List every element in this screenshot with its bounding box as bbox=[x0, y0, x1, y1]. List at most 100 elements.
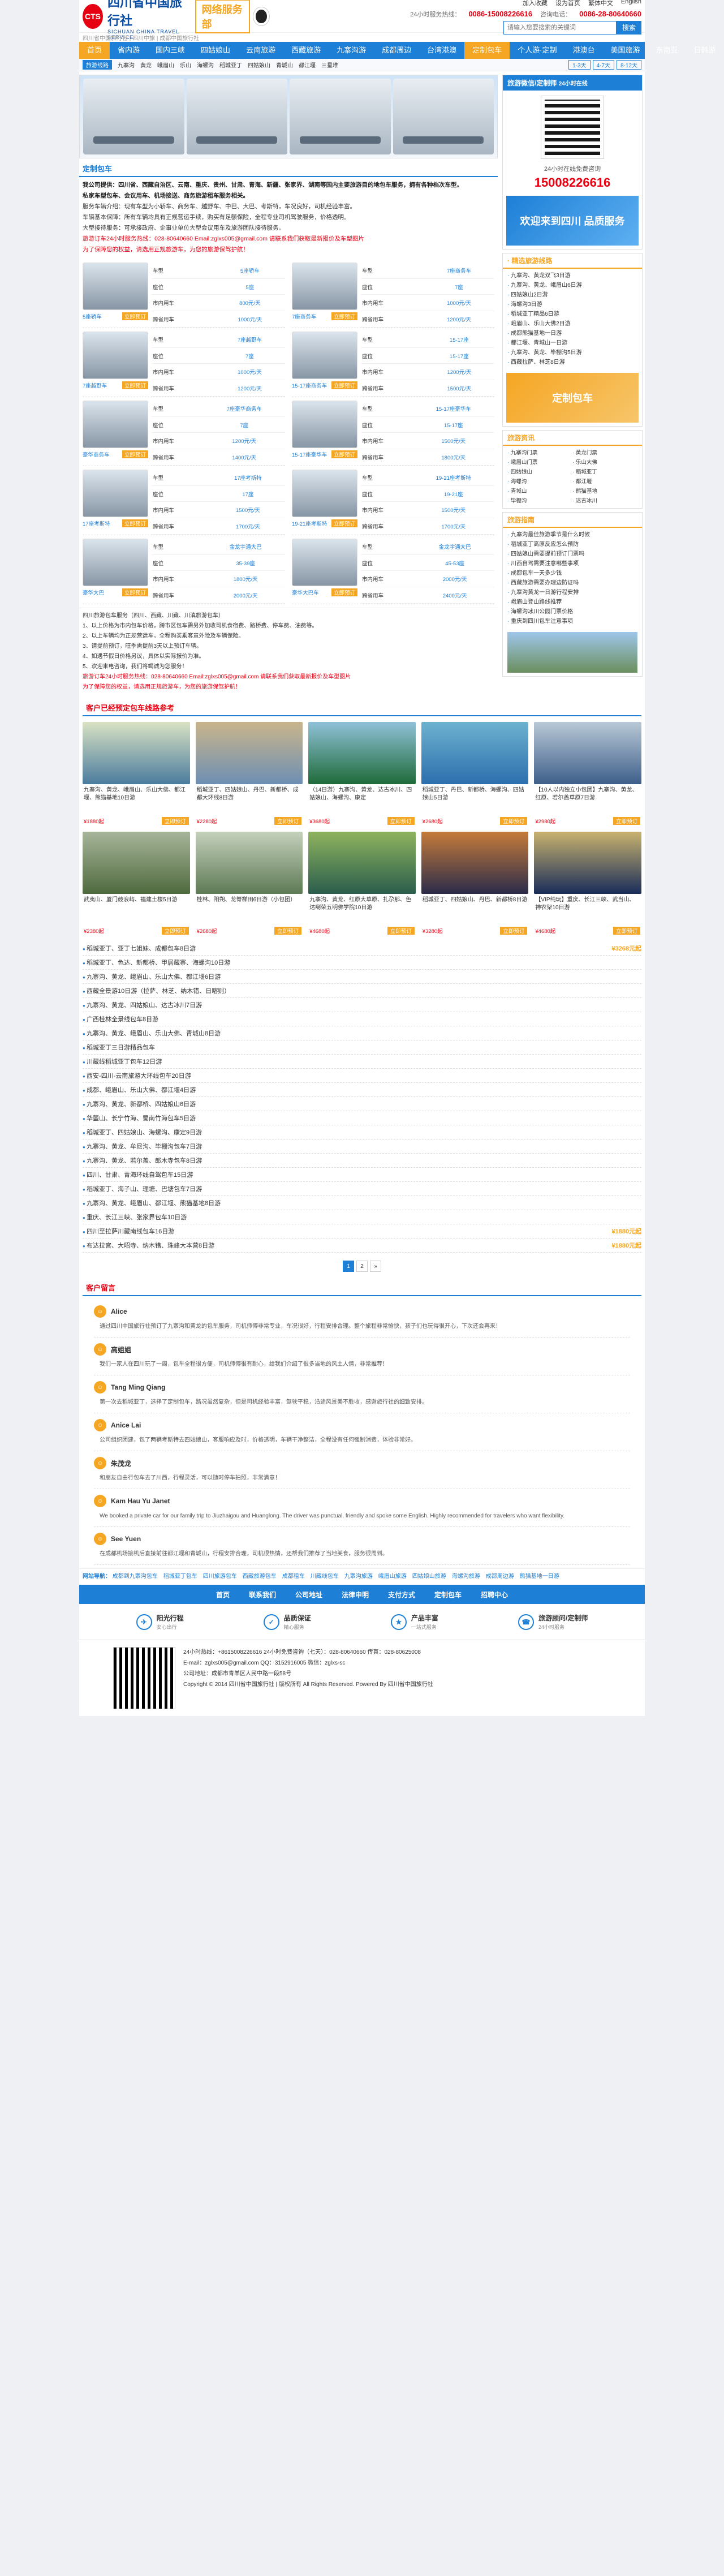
tour-card[interactable]: 稻城亚丁、四姑娘山、丹巴、新都桥、成都大环线8日游 ¥2280起 立即预订 bbox=[195, 722, 303, 826]
nav-item[interactable]: 四姑娘山 bbox=[193, 42, 238, 59]
tour-list-name[interactable]: 稻城亚丁、亚丁七姐妹、成都包车8日游 bbox=[83, 944, 196, 953]
days-filter-1-3[interactable]: 1-3天 bbox=[568, 60, 591, 70]
tour-card[interactable]: 【VIP纯玩】重庆、长江三峡、武当山、神农架10日游 ¥4680起 立即预订 bbox=[534, 832, 641, 936]
site-link[interactable]: 四姑娘山旅游 bbox=[412, 1573, 446, 1580]
side-faq-link[interactable]: 峨眉山登山路线推荐 bbox=[507, 597, 637, 607]
tour-list-name[interactable]: 广西桂林全景线包车8日游 bbox=[83, 1014, 158, 1023]
tour-list-item[interactable]: 稻城亚丁、四姑娘山、海螺沟、康定9日游 bbox=[83, 1125, 641, 1139]
tour-list-name[interactable]: 九寨沟、黄龙、牟尼沟、毕棚沟包车7日游 bbox=[83, 1142, 202, 1151]
nav-home[interactable]: 首页 bbox=[79, 42, 110, 59]
page-next[interactable]: » bbox=[370, 1261, 381, 1272]
tour-list-name[interactable]: 九寨沟、黄龙、四姑娘山、达古冰川7日游 bbox=[83, 1000, 202, 1009]
car-card[interactable]: 豪华大巴 立即预订 车型 金龙宇通大巴 座位 35-39座 市内用车 1800元/天 跨省用车 2… bbox=[83, 539, 285, 604]
side-faq-link[interactable]: 成都包车一天多少钱 bbox=[507, 569, 637, 578]
book-button[interactable]: 立即预订 bbox=[161, 817, 189, 825]
side-line-link[interactable]: 九寨沟、黄龙、峨眉山6日游 bbox=[507, 281, 637, 290]
tour-list-name[interactable]: 四川至拉萨川藏南线包车16日游 bbox=[83, 1227, 174, 1236]
side-news-link[interactable]: 青城山 bbox=[507, 487, 572, 496]
subnav-item[interactable]: 三星堆 bbox=[321, 61, 338, 69]
english-link[interactable]: English bbox=[621, 0, 641, 7]
footer-nav-item[interactable]: 定制包车 bbox=[434, 1590, 462, 1599]
book-button[interactable]: 立即预订 bbox=[122, 588, 148, 596]
tour-list-name[interactable]: 九寨沟、黄龙、新都桥、四姑娘山6日游 bbox=[83, 1099, 196, 1108]
book-button[interactable]: 立即预订 bbox=[331, 381, 357, 389]
tour-title[interactable]: （14日游）九寨沟、黄龙、达古冰川、四姑娘山、海螺沟、康定 bbox=[308, 784, 416, 816]
subnav-item[interactable]: 青城山 bbox=[276, 61, 293, 69]
traditional-chinese-link[interactable]: 繁体中文 bbox=[588, 0, 613, 7]
tour-list-name[interactable]: 重庆、长江三峡、张家界包车10日游 bbox=[83, 1212, 187, 1222]
side-news-link[interactable]: 都江堰 bbox=[572, 477, 637, 487]
car-card[interactable]: 豪华大巴车 立即预订 车型 金龙宇通大巴 座位 45-53座 市内用车 2000元/天 跨省用车… bbox=[292, 539, 494, 604]
nav-item[interactable]: 东南亚 bbox=[648, 42, 686, 59]
car-card[interactable]: 7座越野车 立即预订 车型 7座越野车 座位 7座 市内用车 1000元/天 跨省用车 1200元… bbox=[83, 332, 285, 397]
side-news-link[interactable]: 稻城亚丁 bbox=[572, 467, 637, 477]
tour-list-name[interactable]: 九寨沟、黄龙、峨眉山、都江堰、熊猫基地8日游 bbox=[83, 1198, 221, 1207]
tour-list-item[interactable]: 九寨沟、黄龙、若尔盖、郎木寺包车8日游 bbox=[83, 1154, 641, 1168]
tour-title[interactable]: 九寨沟、黄龙、红原大草原、扎尕那、色达喇荣五明佛学院10日游 bbox=[308, 894, 416, 926]
set-homepage-link[interactable]: 设为首页 bbox=[555, 0, 580, 7]
page-2[interactable]: 2 bbox=[356, 1261, 368, 1272]
tour-list-item[interactable]: 稻城亚丁三日游精品包车 bbox=[83, 1040, 641, 1055]
tour-list-item[interactable]: 九寨沟、黄龙、四姑娘山、达古冰川7日游 bbox=[83, 998, 641, 1012]
side-faq-link[interactable]: 重庆到四川包车注意事项 bbox=[507, 617, 637, 626]
site-link[interactable]: 成都到九寨沟包车 bbox=[113, 1573, 158, 1580]
side-news-link[interactable]: 熊猫基地 bbox=[572, 487, 637, 496]
tour-list-item[interactable]: 九寨沟、黄龙、新都桥、四姑娘山6日游 bbox=[83, 1097, 641, 1111]
car-card[interactable]: 7座商务车 立即预订 车型 7座商务车 座位 7座 市内用车 1000元/天 跨省用车 1200元… bbox=[292, 263, 494, 328]
tour-list-item[interactable]: 九寨沟、黄龙、峨眉山、乐山大佛、都江堰6日游 bbox=[83, 970, 641, 984]
tour-card[interactable]: 武夷山、厦门鼓浪屿、福建土楼5日游 ¥2380起 立即预订 bbox=[83, 832, 190, 936]
tour-list-name[interactable]: 九寨沟、黄龙、峨眉山、乐山大佛、都江堰6日游 bbox=[83, 972, 221, 981]
car-card[interactable]: 15-17座商务车 立即预订 车型 15-17座 座位 15-17座 市内用车 1200元/天… bbox=[292, 332, 494, 397]
tour-list-name[interactable]: 稻城亚丁三日游精品包车 bbox=[83, 1043, 155, 1052]
footer-nav-item[interactable]: 首页 bbox=[216, 1590, 230, 1599]
tour-list-name[interactable]: 西藏全景游10日游（拉萨、林芝、纳木错、日喀则） bbox=[83, 986, 230, 995]
tour-list-item[interactable]: 九寨沟、黄龙、峨眉山、都江堰、熊猫基地8日游 bbox=[83, 1196, 641, 1210]
tour-list-name[interactable]: 稻城亚丁、四姑娘山、海螺沟、康定9日游 bbox=[83, 1128, 202, 1137]
book-button[interactable]: 立即预订 bbox=[161, 927, 189, 935]
book-button[interactable]: 立即预订 bbox=[500, 927, 528, 935]
nav-item[interactable]: 台湾港澳 bbox=[419, 42, 464, 59]
tour-title[interactable]: 【10人以内独立小包团】九寨沟、黄龙、红原、若尔盖草原7日游 bbox=[534, 784, 641, 816]
side-faq-link[interactable]: 九寨沟黄龙一日游行程安排 bbox=[507, 588, 637, 597]
site-link[interactable]: 稻城亚丁包车 bbox=[163, 1573, 197, 1580]
book-button[interactable]: 立即预订 bbox=[122, 312, 148, 320]
footer-nav-item[interactable]: 联系我们 bbox=[249, 1590, 276, 1599]
tour-card[interactable]: 桂林、阳朔、龙脊梯田6日游（小包团） ¥2680起 立即预订 bbox=[195, 832, 303, 936]
side-faq-link[interactable]: 稻城亚丁高原反应怎么预防 bbox=[507, 540, 637, 549]
nav-item[interactable]: 成都周边 bbox=[374, 42, 419, 59]
site-link[interactable]: 海螺沟旅游 bbox=[452, 1573, 480, 1580]
book-button[interactable]: 立即预订 bbox=[122, 381, 148, 389]
search-button[interactable]: 搜索 bbox=[617, 20, 641, 35]
side-faq-link[interactable]: 海螺沟冰川公园门票价格 bbox=[507, 607, 637, 617]
site-link[interactable]: 熊猫基地一日游 bbox=[520, 1573, 559, 1580]
car-card[interactable]: 豪华商务车 立即预订 车型 7座豪华商务车 座位 7座 市内用车 1200元/天 跨省用车 140… bbox=[83, 401, 285, 466]
tour-list-item[interactable]: 布达拉宫、大昭寺、纳木错、珠峰大本营8日游 ¥1880元起 bbox=[83, 1238, 641, 1253]
promo-banner-2[interactable]: 定制包车 bbox=[506, 373, 639, 423]
book-button[interactable]: 立即预订 bbox=[274, 927, 302, 935]
car-card[interactable]: 15-17座豪华车 立即预订 车型 15-17座豪华车 座位 15-17座 市内用车 1500… bbox=[292, 401, 494, 466]
nav-item[interactable]: 个人游·定制 bbox=[510, 42, 564, 59]
nav-item[interactable]: 日韩游 bbox=[686, 42, 724, 59]
car-name[interactable]: 19-21座考斯特 bbox=[292, 519, 327, 527]
car-card[interactable]: 5座轿车 立即预订 车型 5座轿车 座位 5座 市内用车 800元/天 跨省用车 1000元/天 bbox=[83, 263, 285, 328]
side-news-link[interactable]: 峨眉山门票 bbox=[507, 458, 572, 467]
side-news-link[interactable]: 四姑娘山 bbox=[507, 467, 572, 477]
site-link[interactable]: 成都周边游 bbox=[486, 1573, 514, 1580]
tour-card[interactable]: 稻城亚丁、四姑娘山、丹巴、新都桥8日游 ¥3280起 立即预订 bbox=[421, 832, 529, 936]
tour-list-name[interactable]: 西安-四川-云南旅游大环线包车20日游 bbox=[83, 1071, 191, 1080]
car-name[interactable]: 豪华商务车 bbox=[83, 450, 110, 458]
footer-nav-item[interactable]: 公司地址 bbox=[295, 1590, 322, 1599]
side-news-link[interactable]: 毕棚沟 bbox=[507, 496, 572, 506]
side-line-link[interactable]: 四姑娘山2日游 bbox=[507, 290, 637, 300]
side-line-link[interactable]: 西藏拉萨、林芝8日游 bbox=[507, 358, 637, 367]
side-news-link[interactable]: 九寨沟门票 bbox=[507, 448, 572, 458]
subnav-item[interactable]: 都江堰 bbox=[299, 61, 316, 69]
days-filter-8-12[interactable]: 8-12天 bbox=[616, 60, 641, 70]
subnav-item[interactable]: 稻城亚丁 bbox=[219, 61, 242, 69]
book-button[interactable]: 立即预订 bbox=[613, 927, 640, 935]
side-line-link[interactable]: 海螺沟3日游 bbox=[507, 300, 637, 309]
subnav-item[interactable]: 四姑娘山 bbox=[248, 61, 270, 69]
car-name[interactable]: 15-17座豪华车 bbox=[292, 450, 327, 458]
nav-item[interactable]: 西藏旅游 bbox=[283, 42, 329, 59]
tour-list-item[interactable]: 九寨沟、黄龙、牟尼沟、毕棚沟包车7日游 bbox=[83, 1139, 641, 1154]
